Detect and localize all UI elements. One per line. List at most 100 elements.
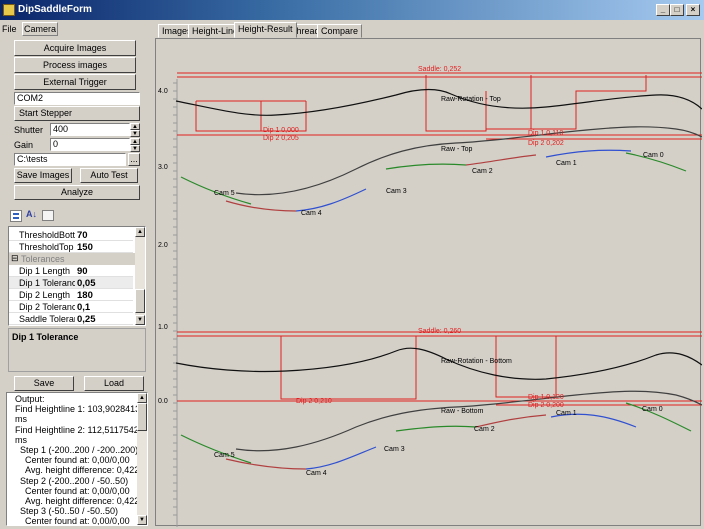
auto-test-button[interactable]: Auto Test <box>80 168 138 183</box>
shutter-label: Shutter <box>14 125 44 135</box>
dip1-label-bottom-right: Dip 1 0,120 <box>528 394 564 401</box>
output-line: Find Heightline 2: 112,511754283923 <box>15 424 147 435</box>
start-stepper-button[interactable]: Start Stepper <box>14 106 140 121</box>
scroll-down-icon[interactable]: ▼ <box>135 315 145 325</box>
scroll-down-icon[interactable]: ▼ <box>137 515 147 525</box>
raw-rotation-bottom-line <box>175 347 702 380</box>
scroll-up-icon[interactable]: ▲ <box>137 393 147 403</box>
property-row[interactable]: Dip 2 Toleranc 0,1 <box>9 301 133 313</box>
dip2-label-bottom-right: Dip 2 0,200 <box>528 402 564 409</box>
output-line: Find Heightline 1: 103,902841318043 <box>15 404 147 415</box>
output-line: Avg. height difference: 0,422 <box>15 465 140 476</box>
property-description: Dip 1 Tolerance <box>8 328 146 372</box>
path-input[interactable]: C:\tests <box>14 153 126 166</box>
window-title: DipSaddleForm <box>18 4 92 15</box>
collapse-icon[interactable]: ⊟ <box>11 253 19 264</box>
cam1-top-label: Cam 1 <box>556 160 577 167</box>
cam3-top <box>295 188 367 212</box>
property-row[interactable]: ThresholdBottor70 <box>9 229 133 241</box>
shutter-input[interactable]: 400 <box>50 123 130 136</box>
alphabetical-icon[interactable]: A↓ <box>26 209 37 219</box>
cam4-top <box>225 200 297 212</box>
tab-camera[interactable]: Camera <box>22 22 58 36</box>
property-pages-icon[interactable] <box>42 210 54 221</box>
save-images-button[interactable]: Save Images <box>14 168 72 183</box>
tab-compare[interactable]: Compare <box>317 24 363 38</box>
raw-top-label: Raw - Top <box>441 146 472 153</box>
output-line: Output: <box>15 394 45 404</box>
output-line: Center found at: 0,00/0,00 <box>15 516 130 526</box>
output-line: Avg. height difference: 0,422 <box>15 496 140 506</box>
dip-box-bottom-right <box>495 336 557 398</box>
dip1-label-right: Dip 1 0,110 <box>528 130 563 137</box>
cam0-bottom-label: Cam 0 <box>642 406 663 413</box>
process-images-button[interactable]: Process images <box>14 57 136 73</box>
load-button[interactable]: Load <box>84 376 144 391</box>
scroll-up-icon[interactable]: ▲ <box>135 227 145 237</box>
tab-file[interactable]: File <box>2 24 22 36</box>
output-line: ms <box>15 434 27 445</box>
saddle-label-bottom: Saddle: 0,260 <box>418 328 461 335</box>
title-bar: DipSaddleForm _ □ × <box>0 0 704 20</box>
output-line: Step 1 (-200..200 / -200..200) <box>15 445 139 455</box>
analyze-button[interactable]: Analyze <box>14 185 140 200</box>
cam2-bottom-label: Cam 2 <box>474 426 495 433</box>
description-title: Dip 1 Tolerance <box>12 332 79 342</box>
property-row-selected[interactable]: Dip 1 Toleranc 0,05 <box>9 277 133 289</box>
property-category[interactable]: ⊟ Tolerances <box>9 253 135 265</box>
output-console[interactable]: Output:Find Heightline 1: 103,9028413180… <box>6 392 148 526</box>
gain-input[interactable]: 0 <box>50 138 130 151</box>
close-button[interactable]: × <box>686 4 700 16</box>
category-label: Tolerances <box>21 254 65 264</box>
property-row[interactable]: Saddle Toleran 0,25 <box>9 313 133 325</box>
save-button[interactable]: Save <box>14 376 74 391</box>
raw-rotation-bottom-label: Raw-Rotation - Bottom <box>441 358 512 365</box>
cam2-top-label: Cam 2 <box>472 168 493 175</box>
shutter-down-icon[interactable]: ▼ <box>130 130 140 137</box>
cam2-bottom <box>395 425 477 432</box>
acquire-images-button[interactable]: Acquire Images <box>14 40 136 56</box>
y-label-2: 2.0 <box>158 242 168 249</box>
minimize-button[interactable]: _ <box>656 4 670 16</box>
dip2-label-left: Dip 2 0,205 <box>263 135 299 142</box>
cam5-bottom-label: Cam 5 <box>214 452 235 459</box>
dip2-label-bottom-left: Dip 2 0,210 <box>296 398 332 405</box>
cam2-top <box>385 163 467 170</box>
y-label-1: 1.0 <box>158 324 168 331</box>
tab-height-result[interactable]: Height-Result <box>234 22 297 38</box>
dip1-label-left: Dip 1 0,000 <box>263 127 299 134</box>
app-icon <box>3 4 15 16</box>
external-trigger-button[interactable]: External Trigger <box>14 74 136 90</box>
y-label-3: 3.0 <box>158 164 168 171</box>
scroll-thumb[interactable] <box>135 289 145 313</box>
cam3-bottom-label: Cam 3 <box>384 446 405 453</box>
cam0-top-label: Cam 0 <box>643 152 664 159</box>
shutter-up-icon[interactable]: ▲ <box>130 123 140 130</box>
plot-svg: 4.0 3.0 2.0 1.0 0.0 Saddle: 0,252 Dip 1 … <box>158 66 702 527</box>
output-line: Step 3 (-50..50 / -50..50) <box>15 506 119 517</box>
gain-up-icon[interactable]: ▲ <box>130 138 140 145</box>
dip2-box-bottom-left <box>280 336 417 400</box>
maximize-button[interactable]: □ <box>670 4 684 16</box>
cam4-top-label: Cam 4 <box>301 210 322 217</box>
y-label-4: 4.0 <box>158 88 168 95</box>
categorized-icon[interactable] <box>10 210 22 222</box>
property-row[interactable]: Dip 1 Length 90 <box>9 265 133 277</box>
y-ticks <box>173 82 177 516</box>
property-row[interactable]: ThresholdTop 150 <box>9 241 133 253</box>
property-row[interactable]: Dip 2 Length 180 <box>9 289 133 301</box>
cam3-top-label: Cam 3 <box>386 188 407 195</box>
property-scrollbar[interactable]: ▲ ▼ <box>135 227 145 325</box>
com-port-input[interactable]: COM2 <box>14 92 140 105</box>
browse-button[interactable]: ... <box>128 153 140 166</box>
gain-down-icon[interactable]: ▼ <box>130 145 140 152</box>
cam3-bottom <box>305 446 377 470</box>
output-scrollbar[interactable]: ▲ ▼ <box>137 393 147 525</box>
cam1-red-top <box>465 154 537 166</box>
cam1-bottom-label: Cam 1 <box>556 410 577 417</box>
raw-rotation-top-label: Raw-Rotation - Top <box>441 96 501 103</box>
scroll-thumb[interactable] <box>137 403 147 431</box>
y-label-0: 0.0 <box>158 398 168 405</box>
height-result-plot: 4.0 3.0 2.0 1.0 0.0 Saddle: 0,252 Dip 1 … <box>155 38 702 527</box>
output-line: Center found at: 0,00/0,00 <box>15 485 130 496</box>
